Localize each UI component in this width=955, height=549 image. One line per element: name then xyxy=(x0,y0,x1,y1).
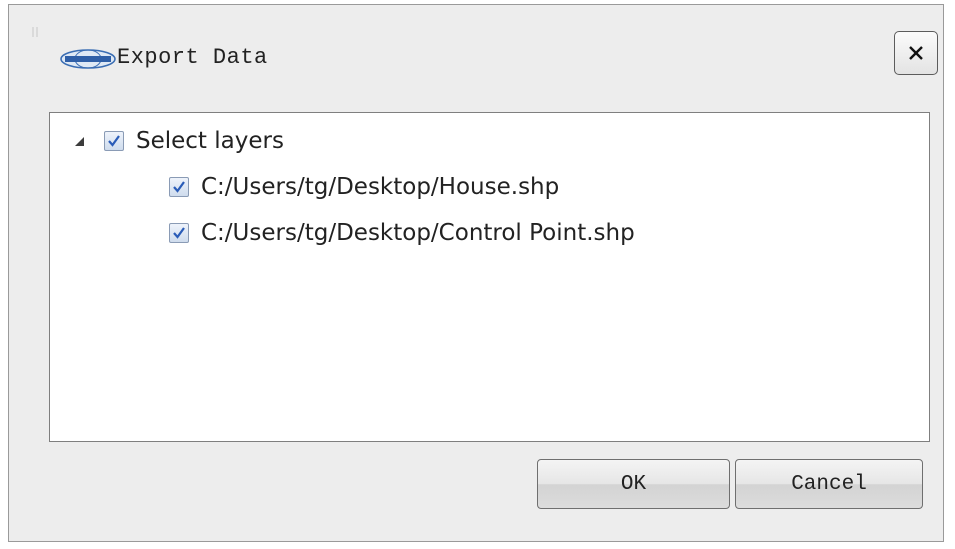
layer-tree[interactable]: Select layers C:/Users/tg/Desktop/House.… xyxy=(49,112,930,442)
layer-label-control-point: C:/Users/tg/Desktop/Control Point.shp xyxy=(201,220,635,246)
tree-expanded-triangle-icon[interactable] xyxy=(72,134,86,148)
ok-button[interactable]: OK xyxy=(537,459,730,509)
layer-label-house: C:/Users/tg/Desktop/House.shp xyxy=(201,174,560,200)
tree-root-label: Select layers xyxy=(136,128,284,154)
select-layers-checkbox[interactable] xyxy=(104,131,124,151)
cancel-button[interactable]: Cancel xyxy=(735,459,923,509)
close-button[interactable] xyxy=(894,31,938,75)
checkmark-icon xyxy=(108,135,120,147)
checkmark-icon xyxy=(173,227,185,239)
window-grip-icon xyxy=(32,27,38,37)
dialog-title: Export Data xyxy=(117,45,268,70)
checkmark-icon xyxy=(173,181,185,193)
export-data-dialog: Export Data Select layers C:/Users/tg/De… xyxy=(8,4,944,542)
title-bar: Export Data xyxy=(9,5,943,105)
layer-checkbox-house[interactable] xyxy=(169,177,189,197)
app-logo-icon xyxy=(60,49,116,69)
close-icon xyxy=(909,46,923,60)
tree-child-row[interactable]: C:/Users/tg/Desktop/House.shp xyxy=(169,169,559,205)
layer-checkbox-control-point[interactable] xyxy=(169,223,189,243)
tree-child-row[interactable]: C:/Users/tg/Desktop/Control Point.shp xyxy=(169,215,635,251)
tree-root-row[interactable]: Select layers xyxy=(72,123,284,159)
